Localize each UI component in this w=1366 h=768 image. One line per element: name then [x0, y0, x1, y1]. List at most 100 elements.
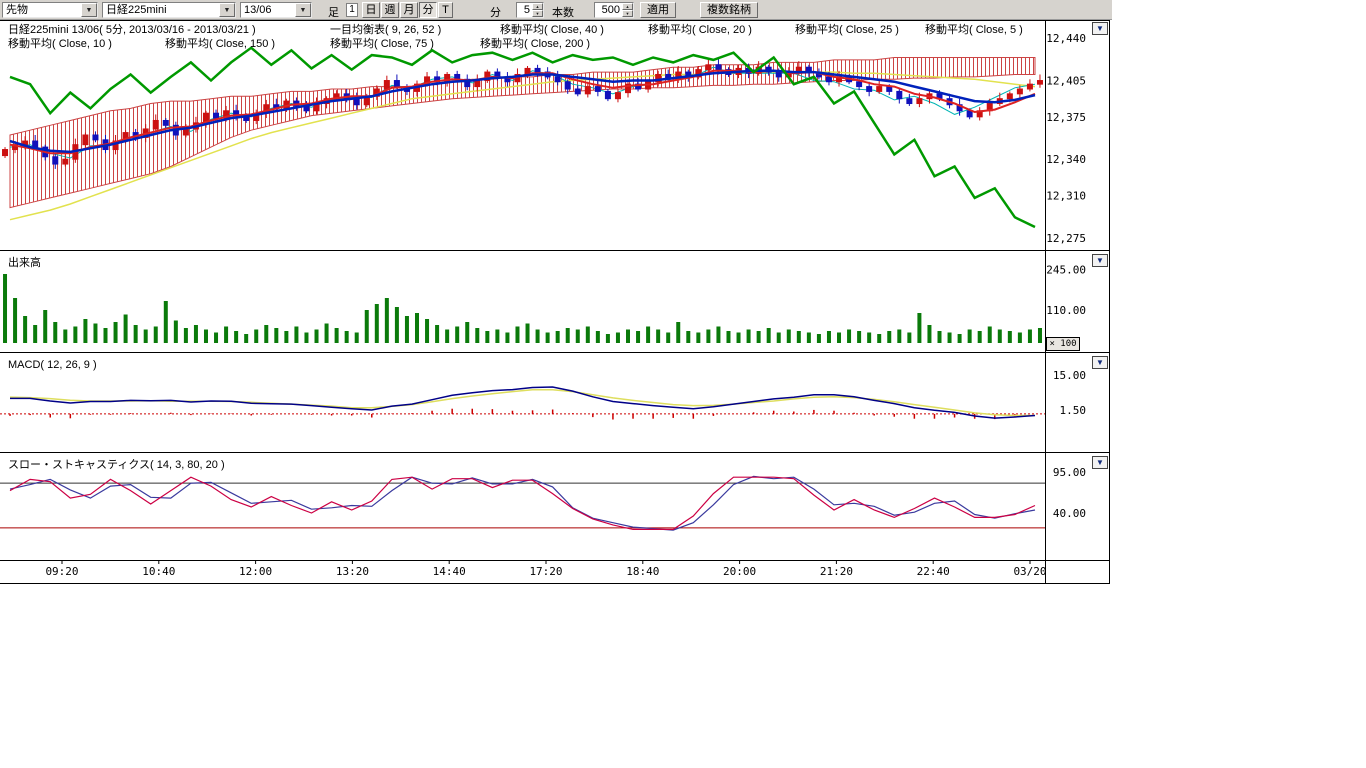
volume-bar — [13, 298, 17, 343]
volume-bar — [144, 330, 148, 344]
chart-widget: 先物 ▼ 日経225mini ▼ 13/06 ▼ 足 1 日 週 月 分 T 分… — [0, 0, 1112, 584]
stoch-panel-dropdown-button[interactable]: ▼ — [1092, 456, 1108, 469]
chevron-down-icon[interactable]: ▼ — [81, 3, 97, 17]
candle-body — [706, 65, 711, 70]
volume-bar — [415, 313, 419, 343]
period-tick-button[interactable]: T — [438, 2, 453, 18]
apply-button[interactable]: 適用 — [640, 2, 676, 18]
price-panel-dropdown-button[interactable]: ▼ — [1092, 22, 1108, 35]
price-legend-item: 日経225mini 13/06( 5分, 2013/03/16 - 2013/0… — [8, 23, 256, 36]
candle-body — [826, 77, 831, 82]
axis-tick-label: 95.00 — [1053, 466, 1086, 479]
price-legend-item: 移動平均( Close, 40 ) — [500, 22, 604, 36]
candle-body — [354, 99, 359, 105]
chevron-down-icon[interactable]: ▼ — [532, 10, 543, 17]
volume-bar — [83, 319, 87, 343]
candle-body — [565, 82, 570, 89]
stepper-arrows[interactable]: ▲▼ — [622, 3, 633, 17]
chevron-up-icon[interactable]: ▲ — [622, 3, 633, 10]
volume-bar — [566, 328, 570, 343]
chevron-up-icon[interactable]: ▲ — [532, 3, 543, 10]
volume-bar — [405, 316, 409, 343]
candle-body — [384, 81, 389, 89]
x-axis-label: 17:20 — [529, 565, 562, 578]
axis-tick-label: 110.00 — [1046, 304, 1086, 317]
axis-tick-label: 12,375 — [1046, 111, 1086, 124]
chevron-down-icon[interactable]: ▼ — [295, 3, 311, 17]
volume-bar — [1008, 331, 1012, 343]
contract-month-select[interactable]: 13/06 ▼ — [240, 2, 312, 18]
stepper-arrows[interactable]: ▲▼ — [532, 3, 543, 17]
volume-bar — [104, 328, 108, 343]
stoch-k-line — [10, 477, 1035, 529]
candle-body — [1017, 89, 1022, 94]
volume-bar — [435, 325, 439, 343]
volume-multiplier-badge: × 100 — [1046, 337, 1080, 351]
volume-bar — [134, 325, 138, 343]
candle-body — [595, 87, 600, 92]
volume-bar — [1018, 333, 1022, 344]
volume-bar — [847, 330, 851, 344]
candle-body — [776, 72, 781, 77]
chevron-down-icon[interactable]: ▼ — [622, 10, 633, 17]
candle-body — [163, 120, 168, 125]
period-week-button[interactable]: 週 — [381, 2, 399, 18]
candle-body — [394, 81, 399, 87]
candle-body — [535, 68, 540, 72]
bars-count-value: 500 — [595, 3, 622, 17]
volume-bar — [325, 324, 329, 344]
period-month-button[interactable]: 月 — [400, 2, 418, 18]
volume-bar — [204, 330, 208, 344]
macd-panel-dropdown-button[interactable]: ▼ — [1092, 356, 1108, 369]
candle-body — [575, 89, 580, 94]
instrument-type-select[interactable]: 先物 ▼ — [2, 2, 98, 18]
bars-count-stepper[interactable]: 500 ▲▼ — [594, 2, 634, 18]
bar-count-box[interactable]: 1 — [346, 3, 358, 17]
minutes-stepper[interactable]: 5 ▲▼ — [516, 2, 544, 18]
volume-bar — [797, 331, 801, 343]
volume-bar — [787, 330, 791, 344]
volume-bar — [616, 333, 620, 344]
x-axis-label: 14:40 — [433, 565, 466, 578]
volume-bar — [375, 304, 379, 343]
volume-bar — [124, 315, 128, 344]
candle-body — [33, 141, 38, 147]
volume-bar — [716, 327, 720, 344]
volume-panel-dropdown-button[interactable]: ▼ — [1092, 254, 1108, 267]
x-axis-label: 22:40 — [917, 565, 950, 578]
axis-tick-label: 40.00 — [1053, 507, 1086, 520]
x-axis-label: 20:00 — [723, 565, 756, 578]
volume-bar — [264, 325, 268, 343]
volume-bar — [767, 328, 771, 343]
volume-bar — [93, 324, 97, 344]
candle-body — [907, 99, 912, 104]
chevron-down-icon[interactable]: ▼ — [219, 3, 235, 17]
candle-body — [857, 82, 862, 87]
volume-bar — [53, 322, 57, 343]
candle-body — [153, 120, 158, 128]
x-axis-label: 12:00 — [239, 565, 272, 578]
candle-body — [877, 87, 882, 92]
axis-tick-label: 12,340 — [1046, 153, 1086, 166]
volume-bar — [777, 333, 781, 344]
volume-bar — [114, 322, 118, 343]
volume-bar — [887, 331, 891, 343]
axis-tick-label: 12,440 — [1046, 32, 1086, 45]
volume-bar — [948, 333, 952, 344]
price-legend-item: 移動平均( Close, 25 ) — [795, 22, 899, 36]
axis-tick-label: 12,310 — [1046, 190, 1086, 203]
volume-bar — [1038, 328, 1042, 343]
period-day-button[interactable]: 日 — [362, 2, 380, 18]
period-minute-button[interactable]: 分 — [419, 2, 437, 18]
volume-bar — [425, 319, 429, 343]
volume-bar — [726, 331, 730, 343]
volume-bar — [897, 330, 901, 344]
price-legend-item: 移動平均( Close, 5 ) — [925, 22, 1023, 36]
candle-body — [214, 113, 219, 118]
volume-bar — [315, 330, 319, 344]
multi-symbol-button[interactable]: 複数銘柄 — [700, 2, 758, 18]
symbol-select[interactable]: 日経225mini ▼ — [102, 2, 236, 18]
volume-bar — [586, 327, 590, 344]
candle-body — [897, 91, 902, 98]
volume-bar — [214, 333, 218, 344]
